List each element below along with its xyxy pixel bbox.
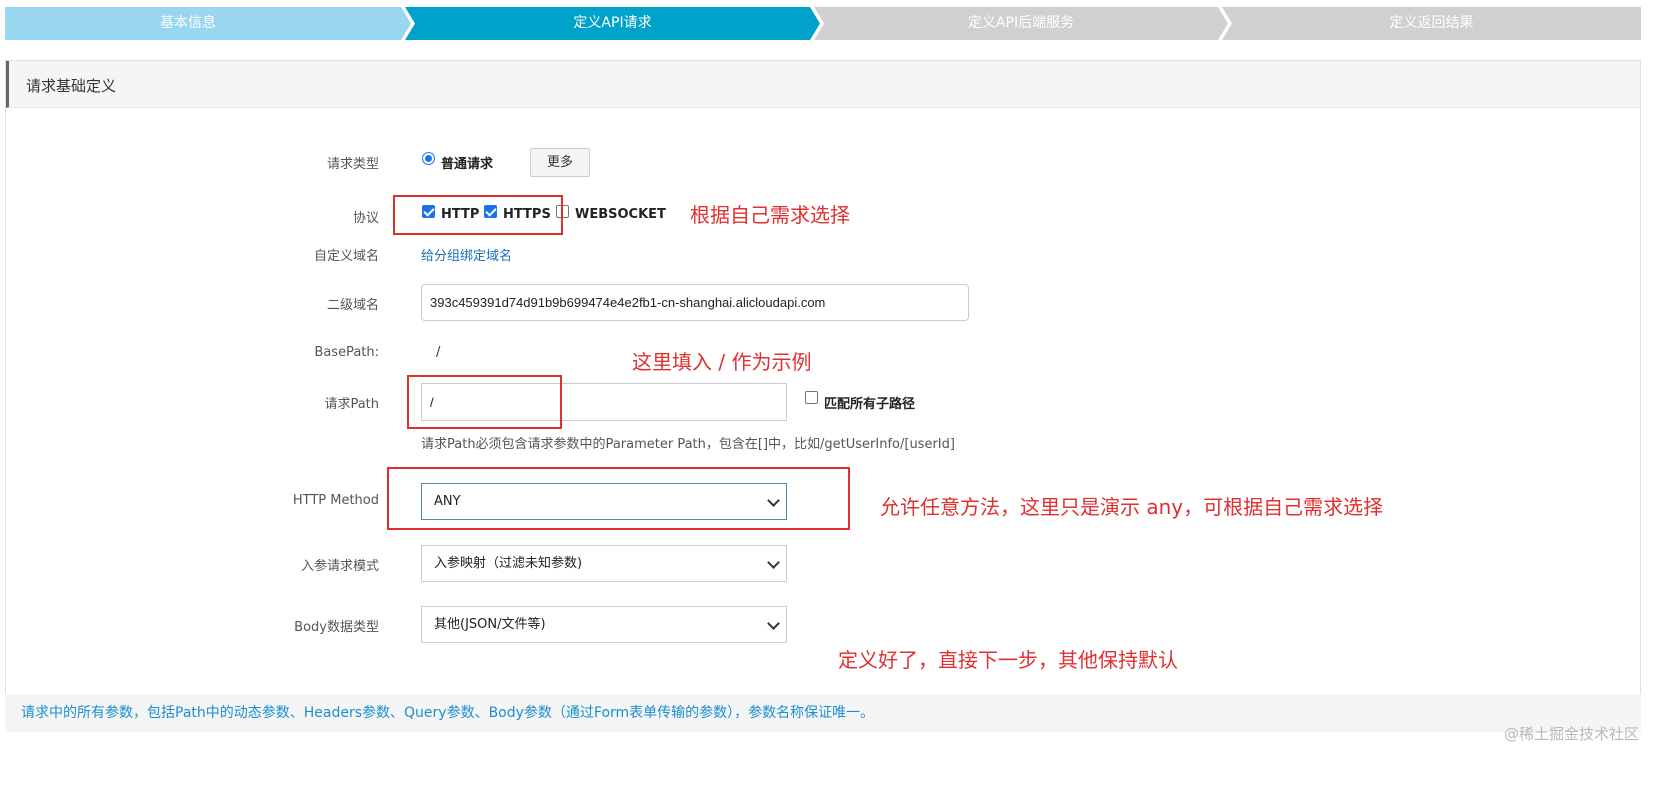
param-mode-value: 入参映射（过滤未知参数) bbox=[434, 556, 583, 571]
path-highlight-box bbox=[407, 375, 562, 429]
bind-domain-link[interactable]: 给分组绑定域名 bbox=[421, 245, 512, 264]
panel-title: 请求基础定义 bbox=[26, 77, 117, 95]
request-type-normal-label: 普通请求 bbox=[441, 157, 494, 172]
step-define-result[interactable]: 定义返回结果 bbox=[1222, 7, 1641, 40]
request-type-normal-radio[interactable] bbox=[422, 152, 435, 165]
parameter-note: 请求中的所有参数，包括Path中的动态参数、Headers参数、Query参数、… bbox=[5, 694, 1641, 732]
body-type-select[interactable]: 其他(JSON/文件等) bbox=[421, 606, 787, 643]
method-highlight-box bbox=[387, 467, 850, 530]
request-path-label: 请求Path bbox=[324, 397, 379, 412]
custom-domain-label: 自定义域名 bbox=[313, 249, 379, 264]
watermark: @稀土掘金技术社区 bbox=[1503, 725, 1639, 743]
step-label: 定义API请求 bbox=[573, 15, 652, 31]
step-label: 基本信息 bbox=[160, 15, 216, 31]
basepath-label: BasePath: bbox=[314, 345, 379, 360]
param-mode-select[interactable]: 入参映射（过滤未知参数) bbox=[421, 545, 787, 582]
path-annotation: 这里填入 / 作为示例 bbox=[632, 350, 812, 374]
step-define-backend[interactable]: 定义API后端服务 bbox=[814, 7, 1228, 40]
step-label: 定义返回结果 bbox=[1389, 15, 1474, 31]
param-mode-label: 入参请求模式 bbox=[300, 559, 379, 574]
step-wizard: 基本信息 定义API请求 定义API后端服务 定义返回结果 bbox=[5, 7, 1641, 40]
request-type-label: 请求类型 bbox=[326, 157, 379, 172]
method-annotation: 允许任意方法，这里只是演示 any，可根据自己需求选择 bbox=[880, 495, 1384, 519]
protocol-label: 协议 bbox=[352, 211, 379, 226]
body-type-value: 其他(JSON/文件等) bbox=[434, 617, 546, 632]
step-label: 定义API后端服务 bbox=[967, 15, 1075, 31]
subdomain-input[interactable] bbox=[421, 284, 969, 321]
more-button[interactable]: 更多 bbox=[530, 148, 590, 177]
websocket-label: WEBSOCKET bbox=[575, 207, 666, 222]
match-all-subpaths-checkbox[interactable] bbox=[805, 391, 818, 404]
step-define-api-request[interactable]: 定义API请求 bbox=[405, 7, 820, 40]
chevron-down-icon bbox=[767, 555, 780, 569]
protocol-highlight-box bbox=[393, 195, 563, 235]
request-path-hint: 请求Path必须包含请求参数中的Parameter Path，包含在[]中，比如… bbox=[421, 437, 955, 452]
match-all-subpaths-label: 匹配所有子路径 bbox=[824, 397, 916, 412]
done-annotation: 定义好了，直接下一步，其他保持默认 bbox=[838, 648, 1178, 672]
body-type-label: Body数据类型 bbox=[294, 620, 379, 635]
panel-header: 请求基础定义 bbox=[6, 61, 1640, 108]
subdomain-label: 二级域名 bbox=[326, 298, 379, 313]
chevron-down-icon bbox=[767, 616, 780, 630]
step-basic-info[interactable]: 基本信息 bbox=[5, 7, 411, 40]
basepath-value: / bbox=[436, 345, 441, 360]
protocol-annotation: 根据自己需求选择 bbox=[690, 203, 850, 227]
http-method-label: HTTP Method bbox=[292, 493, 379, 508]
